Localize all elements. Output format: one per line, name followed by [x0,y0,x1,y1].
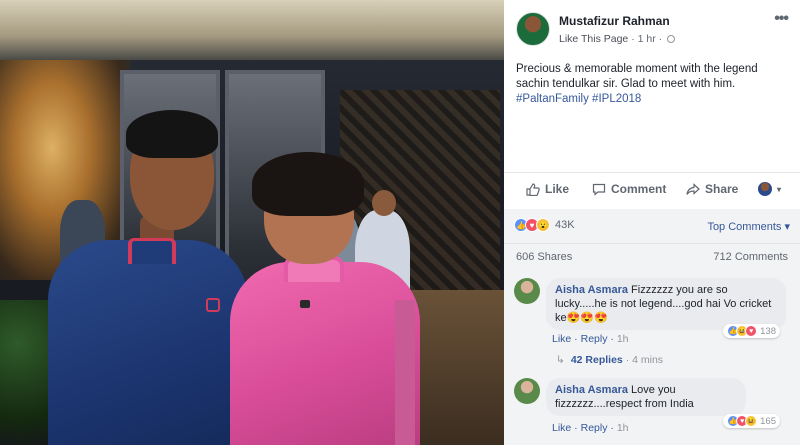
post-header: Mustafizur Rahman Like This Page · 1 hr … [504,0,800,56]
page-name-link[interactable]: Mustafizur Rahman [559,14,670,28]
post-timestamp[interactable]: 1 hr [638,33,656,45]
post-meta: Like This Page · 1 hr · [559,33,676,45]
reactions-summary[interactable]: 👍 ♥ 😮 43K [514,218,575,232]
like-button[interactable]: Like [526,182,569,196]
comment-like-link[interactable]: Like [552,422,571,434]
love-reaction-icon: ♥ [745,325,758,337]
reply-arrow-icon: ↳ [556,354,565,366]
post-text-line: Precious & memorable moment with the leg… [516,63,758,75]
commenter-name[interactable]: Aisha Asmara [555,384,628,396]
comment-reactions[interactable]: 👍 ♥ 😆 165 [723,414,780,428]
shirt-logo-icon [206,298,220,312]
reactions-count: 43K [555,219,575,231]
comment-reactions[interactable]: 👍 😆 ♥ 138 [723,324,780,338]
view-as-selector[interactable]: ▾ [758,182,781,196]
photo-person-right-arm [395,300,415,445]
comment-reply-link[interactable]: Reply [581,422,608,434]
post-text: Precious & memorable moment with the leg… [516,62,786,107]
photo-ceiling [0,0,504,60]
like-page-link[interactable]: Like This Page [559,33,628,45]
share-label: Share [705,182,739,196]
post-hashtags[interactable]: #PaltanFamily #IPL2018 [516,92,786,107]
chevron-down-icon: ▾ [777,184,782,194]
thumbs-up-icon [526,182,540,196]
photo-person-right-shirt [230,262,420,445]
comment-reaction-count: 165 [760,415,776,427]
replies-time: 4 mins [632,354,664,366]
commenter-name[interactable]: Aisha Asmara [555,284,628,296]
post-photo[interactable] [0,0,504,445]
meta-separator: · [631,33,635,45]
comment-like-link[interactable]: Like [552,333,571,345]
comment-bubble: Aisha Asmara Fizzzzzz you are so lucky..… [546,278,786,330]
replies-count: 42 Replies [570,354,623,366]
comments-count[interactable]: 712 Comments [713,251,788,263]
post-actions-bar: Like Comment Share ▾ [504,176,800,206]
post-panel: Mustafizur Rahman Like This Page · 1 hr … [504,0,800,445]
comment-bubble: Aisha Asmara Love you fizzzzzz....respec… [546,378,746,416]
globe-icon[interactable] [667,35,676,43]
view-replies-link[interactable]: ↳ 42 Replies · 4 mins [556,354,663,366]
meta-separator: · [658,33,663,45]
top-comments-dropdown[interactable]: Top Comments ▾ [707,220,790,233]
screenshot: Mustafizur Rahman Like This Page · 1 hr … [0,0,800,445]
photo-background-person-head [372,190,396,216]
comment-time[interactable]: 1h [617,333,629,345]
post-text-line: sachin tendulkar sir. Glad to meet with … [516,78,736,90]
share-button[interactable]: Share [686,182,738,196]
comment-reply-link[interactable]: Reply [581,333,608,345]
shirt-logo-icon [300,300,310,308]
comment-button[interactable]: Comment [592,182,666,196]
commenter-avatar[interactable] [514,378,540,404]
photo-person-left-hair [126,110,218,158]
photo-person-left-collar [128,238,176,264]
like-label: Like [545,182,570,196]
divider [504,243,800,244]
more-options-icon[interactable]: ••• [774,10,789,28]
comment-reaction-count: 138 [760,325,776,337]
comment-icon [592,183,606,196]
comment-item: Aisha Asmara Love you fizzzzzz....respec… [514,378,796,443]
photo-person-left-shirt [48,240,248,445]
divider [504,172,800,173]
share-arrow-icon [686,182,700,195]
page-avatar[interactable] [516,12,550,46]
commenter-avatar[interactable] [514,278,540,304]
comment-actions: Like · Reply · 1h [552,422,629,434]
viewer-avatar [758,182,772,196]
haha-reaction-icon: 😆 [745,415,758,427]
shares-count[interactable]: 606 Shares [516,251,572,263]
comment-time[interactable]: 1h [617,422,629,434]
comment-actions: Like · Reply · 1h [552,333,629,345]
replies-separator: · [625,354,630,366]
wow-reaction-icon: 😮 [536,218,550,232]
comment-label: Comment [611,182,667,196]
photo-person-right-hair [252,152,364,216]
